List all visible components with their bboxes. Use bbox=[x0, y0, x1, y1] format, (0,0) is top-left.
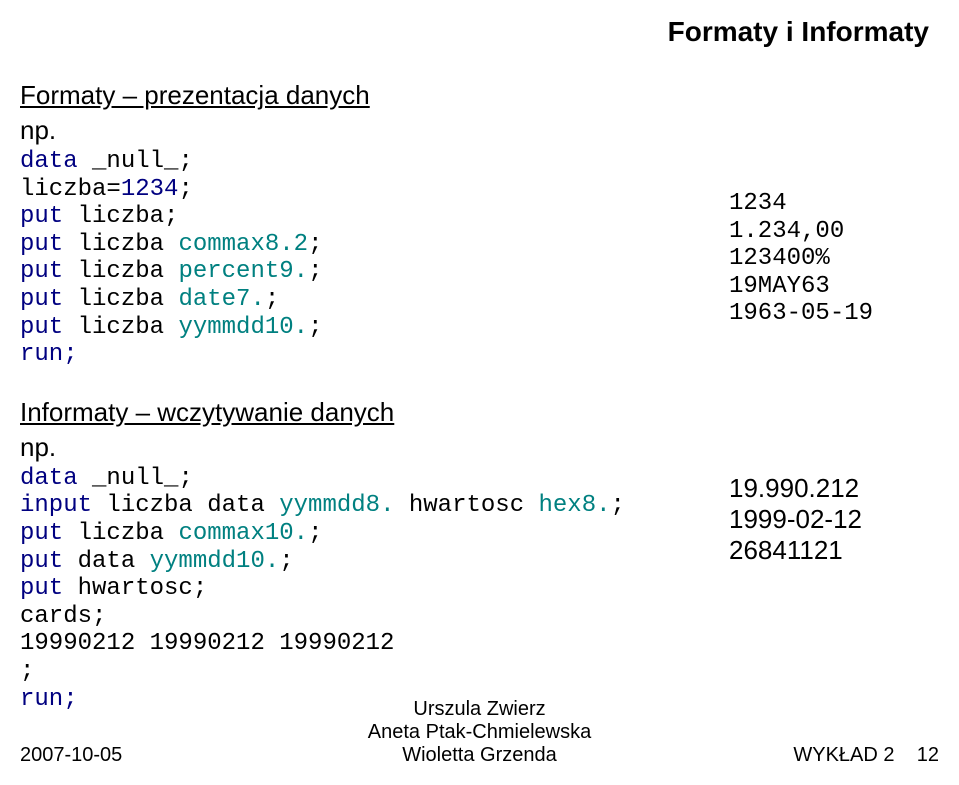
code-number: 1234 bbox=[121, 176, 179, 203]
code-block-2: data _null_; input liczba data yymmdd8. … bbox=[20, 465, 719, 713]
code-keyword: data bbox=[20, 465, 92, 492]
code-text: ; bbox=[20, 658, 34, 685]
code-keyword: put bbox=[20, 520, 78, 547]
code-keyword: put bbox=[20, 231, 78, 258]
code-keyword: put bbox=[20, 286, 78, 313]
code-text: hwartosc; bbox=[78, 575, 208, 602]
code-text: hwartosc bbox=[394, 492, 538, 519]
footer-lecture: WYKŁAD 2 12 bbox=[769, 744, 939, 767]
code-block-1: data _null_; liczba=1234; put liczba; pu… bbox=[20, 148, 719, 369]
code-text: ; bbox=[178, 176, 192, 203]
code-text: ; bbox=[178, 148, 192, 175]
output-line: 1.234,00 bbox=[729, 218, 844, 245]
section2-header: Informaty – wczytywanie danych bbox=[20, 397, 719, 428]
code-text: liczba bbox=[78, 314, 179, 341]
section1-np: np. bbox=[20, 115, 719, 146]
code-text: data bbox=[78, 548, 150, 575]
code-text: cards; bbox=[20, 603, 106, 630]
code-format: yymmdd8. bbox=[279, 492, 394, 519]
code-text: liczba bbox=[78, 520, 179, 547]
output-line: 123400% bbox=[729, 245, 830, 272]
lecture-label: WYKŁAD 2 bbox=[793, 744, 894, 766]
code-keyword: put bbox=[20, 575, 78, 602]
code-text: ; bbox=[611, 492, 625, 519]
code-column: Formaty – prezentacja danych np. data _n… bbox=[20, 80, 719, 713]
author-line: Wioletta Grzenda bbox=[190, 744, 769, 767]
code-text: ; bbox=[308, 231, 322, 258]
code-format: date7. bbox=[178, 286, 264, 313]
code-format: hex8. bbox=[539, 492, 611, 519]
code-text: ; bbox=[308, 520, 322, 547]
section2-np: np. bbox=[20, 432, 719, 463]
code-format: yymmdd10. bbox=[178, 314, 308, 341]
code-keyword: input bbox=[20, 492, 106, 519]
code-text: liczba bbox=[78, 231, 179, 258]
code-text: ; bbox=[178, 465, 192, 492]
code-text: liczba; bbox=[78, 203, 179, 230]
code-keyword: put bbox=[20, 314, 78, 341]
code-text: ; bbox=[279, 548, 293, 575]
code-text: ; bbox=[308, 314, 322, 341]
output-line: 1999-02-12 bbox=[729, 504, 939, 535]
output-line: 19.990.212 bbox=[729, 473, 939, 504]
code-format: commax10. bbox=[178, 520, 308, 547]
code-keyword: run; bbox=[20, 341, 78, 368]
code-text: ; bbox=[265, 286, 279, 313]
code-keyword: put bbox=[20, 203, 78, 230]
page-title: Formaty i Informaty bbox=[668, 16, 929, 48]
code-text: _null_ bbox=[92, 465, 178, 492]
author-line: Urszula Zwierz bbox=[190, 698, 769, 721]
section1: Formaty – prezentacja danych np. data _n… bbox=[20, 80, 719, 369]
code-text: liczba= bbox=[20, 176, 121, 203]
content-area: Formaty – prezentacja danych np. data _n… bbox=[20, 80, 939, 713]
footer-date: 2007-10-05 bbox=[20, 744, 190, 767]
output-column: 1234 1.234,00 123400% 19MAY63 1963-05-19… bbox=[719, 80, 939, 713]
footer-authors: Urszula Zwierz Aneta Ptak-Chmielewska Wi… bbox=[190, 698, 769, 767]
page-number: 12 bbox=[917, 744, 939, 766]
code-text: ; bbox=[308, 258, 322, 285]
code-keyword: data bbox=[20, 148, 92, 175]
code-format: yymmdd10. bbox=[150, 548, 280, 575]
code-text: liczba bbox=[78, 258, 179, 285]
output-line: 26841121 bbox=[729, 535, 939, 566]
author-line: Aneta Ptak-Chmielewska bbox=[190, 721, 769, 744]
section2: Informaty – wczytywanie danych np. data … bbox=[20, 397, 719, 713]
code-format: commax8.2 bbox=[178, 231, 308, 258]
output-line: 19MAY63 bbox=[729, 273, 830, 300]
output-block-2: 19.990.212 1999-02-12 26841121 bbox=[729, 473, 939, 567]
code-keyword: put bbox=[20, 548, 78, 575]
output-line: 1963-05-19 bbox=[729, 300, 873, 327]
code-text: 19990212 19990212 19990212 bbox=[20, 630, 394, 657]
code-format: percent9. bbox=[178, 258, 308, 285]
section1-header: Formaty – prezentacja danych bbox=[20, 80, 719, 111]
code-keyword: put bbox=[20, 258, 78, 285]
output-line: 1234 bbox=[729, 190, 787, 217]
footer: 2007-10-05 Urszula Zwierz Aneta Ptak-Chm… bbox=[20, 698, 939, 767]
code-text: _null_ bbox=[92, 148, 178, 175]
code-text: liczba bbox=[78, 286, 179, 313]
code-text: liczba data bbox=[106, 492, 279, 519]
output-block-1: 1234 1.234,00 123400% 19MAY63 1963-05-19 bbox=[729, 190, 939, 328]
